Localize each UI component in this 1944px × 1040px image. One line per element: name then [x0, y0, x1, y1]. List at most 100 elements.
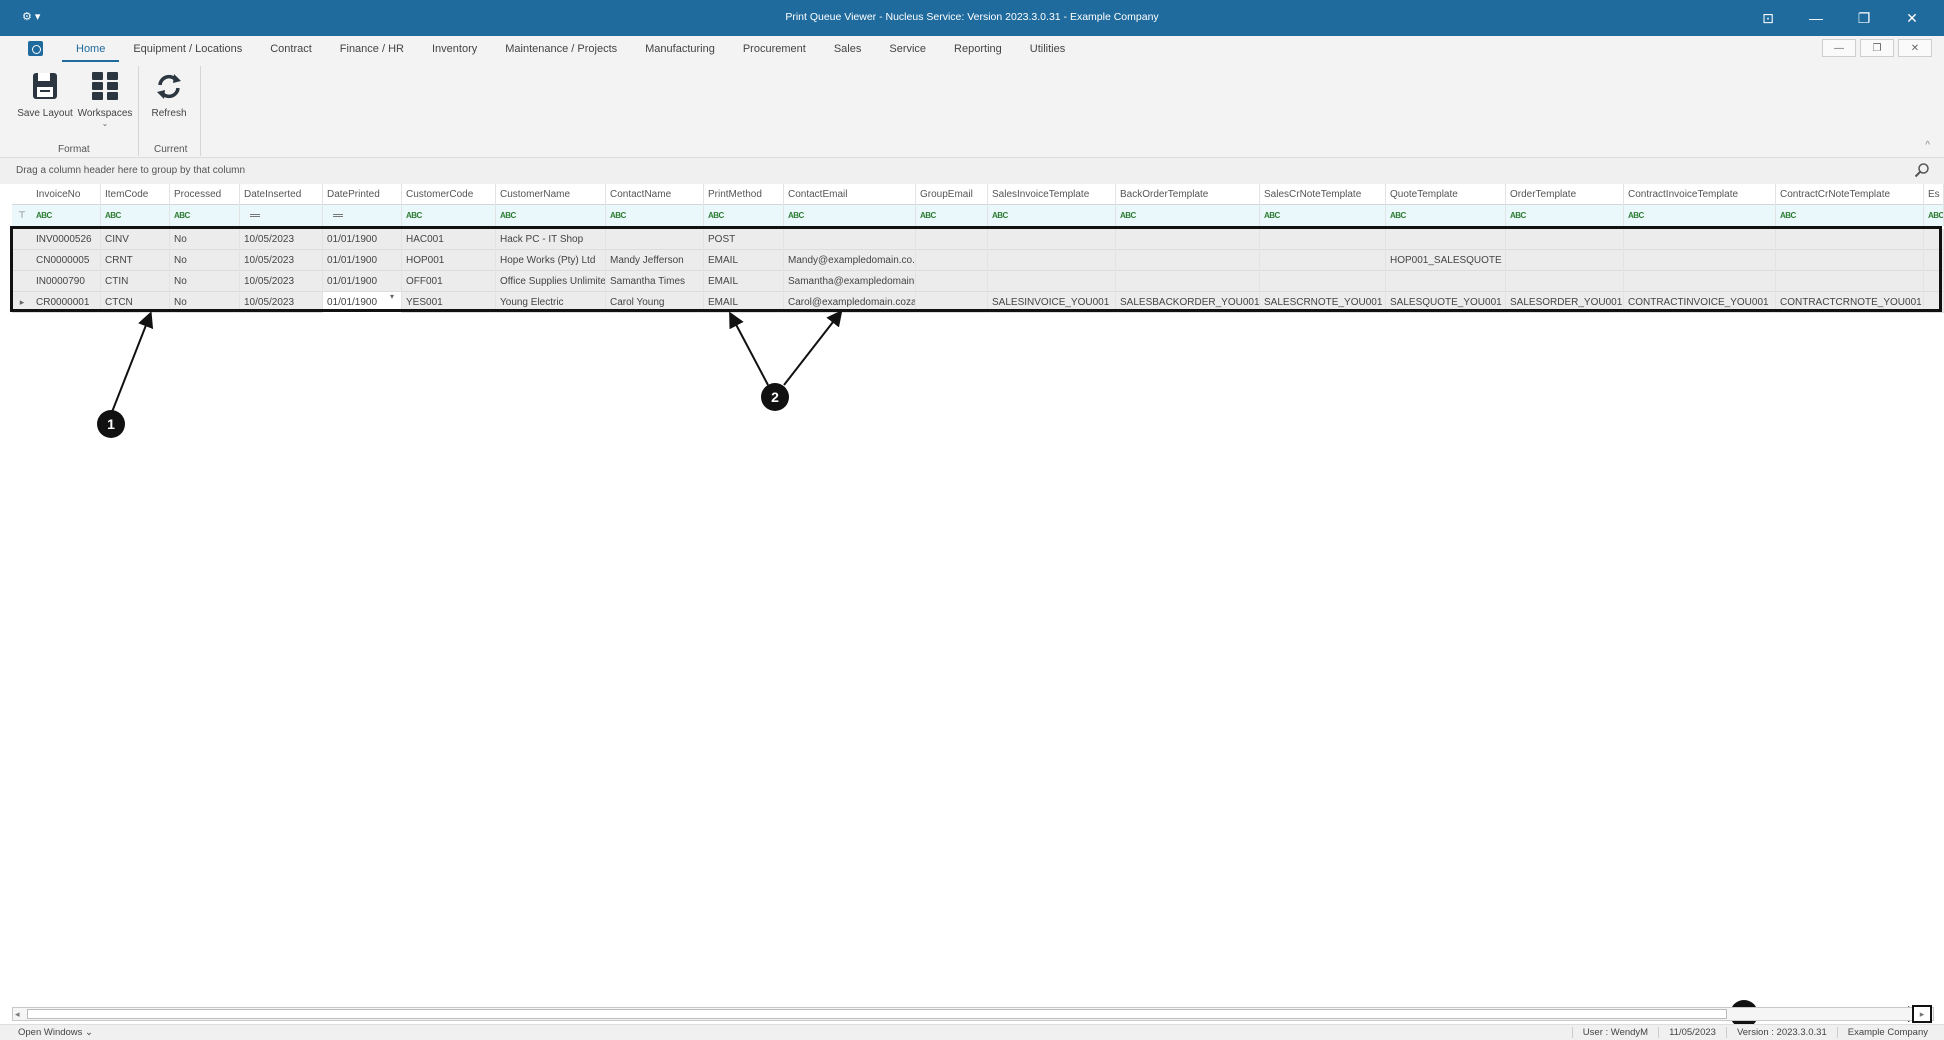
status-company: Example Company: [1836, 1027, 1938, 1038]
contains-operator-icon[interactable]: ABC: [406, 205, 422, 226]
contains-operator-icon[interactable]: ABC: [500, 205, 516, 226]
column-header-backordertemplate[interactable]: BackOrderTemplate: [1116, 184, 1260, 205]
contains-operator-icon[interactable]: ABC: [788, 205, 804, 226]
filter-cell-quotetemplate[interactable]: ABC: [1386, 205, 1506, 226]
app-logo-icon[interactable]: [28, 41, 43, 56]
column-header-groupemail[interactable]: GroupEmail: [916, 184, 988, 205]
contains-operator-icon[interactable]: ABC: [1120, 205, 1136, 226]
tab-procurement[interactable]: Procurement: [729, 36, 820, 62]
collapse-ribbon-icon[interactable]: ^: [1925, 140, 1930, 151]
contains-operator-icon[interactable]: ABC: [1780, 205, 1796, 226]
close-icon[interactable]: ✕: [1888, 0, 1936, 36]
window-title: Print Queue Viewer - Nucleus Service: Ve…: [785, 11, 1159, 23]
contains-operator-icon[interactable]: ABC: [1928, 205, 1943, 226]
column-header-customername[interactable]: CustomerName: [496, 184, 606, 205]
filter-cell-contractcrnotetemplate[interactable]: ABC: [1776, 205, 1924, 226]
filter-cell-es[interactable]: ABC: [1924, 205, 1944, 226]
tab-maintenance-projects[interactable]: Maintenance / Projects: [491, 36, 631, 62]
annotation-badge-2: 2: [761, 383, 789, 411]
scrollbar-thumb[interactable]: [27, 1009, 1727, 1019]
contains-operator-icon[interactable]: ABC: [992, 205, 1008, 226]
filter-cell-customercode[interactable]: ABC: [402, 205, 496, 226]
tab-inventory[interactable]: Inventory: [418, 36, 491, 62]
filter-icon[interactable]: ⊤: [12, 205, 32, 226]
tab-reporting[interactable]: Reporting: [940, 36, 1016, 62]
filter-cell-processed[interactable]: ABC: [170, 205, 240, 226]
column-header-dateinserted[interactable]: DateInserted: [240, 184, 323, 205]
status-bar: Open Windows ⌄ User : WendyM 11/05/2023 …: [0, 1024, 1944, 1040]
column-header-printmethod[interactable]: PrintMethod: [704, 184, 784, 205]
column-header-dateprinted[interactable]: DatePrinted: [323, 184, 402, 205]
mdi-close-button[interactable]: ✕: [1898, 39, 1932, 57]
tab-home[interactable]: Home: [62, 36, 120, 62]
filter-cell-salescrnotetemplate[interactable]: ABC: [1260, 205, 1386, 226]
filter-cell-contractinvoicetemplate[interactable]: ABC: [1624, 205, 1776, 226]
column-header-salesinvoicetemplate[interactable]: SalesInvoiceTemplate: [988, 184, 1116, 205]
filter-cell-contactemail[interactable]: ABC: [784, 205, 916, 226]
contains-operator-icon[interactable]: ABC: [105, 205, 121, 226]
tab-service[interactable]: Service: [875, 36, 940, 62]
tab-equipment-locations[interactable]: Equipment / Locations: [119, 36, 256, 62]
open-windows-menu[interactable]: Open Windows ⌄: [18, 1027, 93, 1038]
contains-operator-icon[interactable]: ABC: [1510, 205, 1526, 226]
column-header-itemcode[interactable]: ItemCode: [101, 184, 170, 205]
column-header-ordertemplate[interactable]: OrderTemplate: [1506, 184, 1624, 205]
contains-operator-icon[interactable]: ABC: [610, 205, 626, 226]
tab-finance-hr[interactable]: Finance / HR: [326, 36, 418, 62]
contains-operator-icon[interactable]: ABC: [708, 205, 724, 226]
grid-filter-row[interactable]: ⊤ ABC ABC ABC ABC ABC ABC ABC ABC ABC ABC ABC ABC ABC…: [12, 205, 1944, 226]
column-header-customercode[interactable]: CustomerCode: [402, 184, 496, 205]
filter-cell-contactname[interactable]: ABC: [606, 205, 704, 226]
equals-operator-icon[interactable]: [250, 213, 260, 217]
workspaces-button[interactable]: Workspaces ⌄: [76, 70, 134, 128]
contains-operator-icon[interactable]: ABC: [1628, 205, 1644, 226]
filter-cell-dateprinted[interactable]: [323, 205, 402, 226]
column-header-invoiceno[interactable]: InvoiceNo: [32, 184, 101, 205]
column-header-quotetemplate[interactable]: QuoteTemplate: [1386, 184, 1506, 205]
filter-cell-groupemail[interactable]: ABC: [916, 205, 988, 226]
column-header-contractcrnotetemplate[interactable]: ContractCrNoteTemplate: [1776, 184, 1924, 205]
tab-sales[interactable]: Sales: [820, 36, 876, 62]
mdi-restore-button[interactable]: ❐: [1860, 39, 1894, 57]
filter-cell-printmethod[interactable]: ABC: [704, 205, 784, 226]
filter-cell-itemcode[interactable]: ABC: [101, 205, 170, 226]
filter-cell-ordertemplate[interactable]: ABC: [1506, 205, 1624, 226]
column-header-contactname[interactable]: ContactName: [606, 184, 704, 205]
filter-cell-customername[interactable]: ABC: [496, 205, 606, 226]
filter-cell-invoiceno[interactable]: ABC: [32, 205, 101, 226]
equals-operator-icon[interactable]: [333, 213, 343, 217]
contains-operator-icon[interactable]: ABC: [174, 205, 190, 226]
scroll-right-button[interactable]: ▸: [1912, 1005, 1932, 1023]
filter-cell-salesinvoicetemplate[interactable]: ABC: [988, 205, 1116, 226]
layout-icon[interactable]: ⊡: [1744, 0, 1792, 36]
column-header-processed[interactable]: Processed: [170, 184, 240, 205]
filter-cell-dateinserted[interactable]: [240, 205, 323, 226]
tab-utilities[interactable]: Utilities: [1016, 36, 1079, 62]
save-layout-button[interactable]: Save Layout: [16, 70, 74, 119]
minimize-icon[interactable]: —: [1792, 0, 1840, 36]
contains-operator-icon[interactable]: ABC: [36, 205, 52, 226]
ribbon-separator: [200, 66, 201, 156]
save-layout-icon: [30, 70, 60, 102]
contains-operator-icon[interactable]: ABC: [1390, 205, 1406, 226]
workspaces-label: Workspaces: [77, 108, 133, 119]
refresh-button[interactable]: Refresh: [140, 70, 198, 119]
contains-operator-icon[interactable]: ABC: [1264, 205, 1280, 226]
column-header-salescrnotetemplate[interactable]: SalesCrNoteTemplate: [1260, 184, 1386, 205]
search-icon[interactable]: [1914, 162, 1930, 178]
status-date: 11/05/2023: [1658, 1027, 1726, 1038]
column-header-es[interactable]: Es: [1924, 184, 1944, 205]
group-by-hint: Drag a column header here to group by th…: [16, 165, 246, 176]
column-header-contactemail[interactable]: ContactEmail: [784, 184, 916, 205]
restore-icon[interactable]: ❐: [1840, 0, 1888, 36]
mdi-minimize-button[interactable]: —: [1822, 39, 1856, 57]
filter-cell-backordertemplate[interactable]: ABC: [1116, 205, 1260, 226]
tab-manufacturing[interactable]: Manufacturing: [631, 36, 729, 62]
scroll-left-icon[interactable]: ◂: [15, 1009, 20, 1020]
group-by-panel[interactable]: Drag a column header here to group by th…: [0, 158, 1944, 184]
horizontal-scrollbar[interactable]: ◂ ▸: [12, 1005, 1934, 1023]
contains-operator-icon[interactable]: ABC: [920, 205, 936, 226]
tab-contract[interactable]: Contract: [256, 36, 326, 62]
column-header-contractinvoicetemplate[interactable]: ContractInvoiceTemplate: [1624, 184, 1776, 205]
ribbon-separator: [138, 66, 139, 156]
